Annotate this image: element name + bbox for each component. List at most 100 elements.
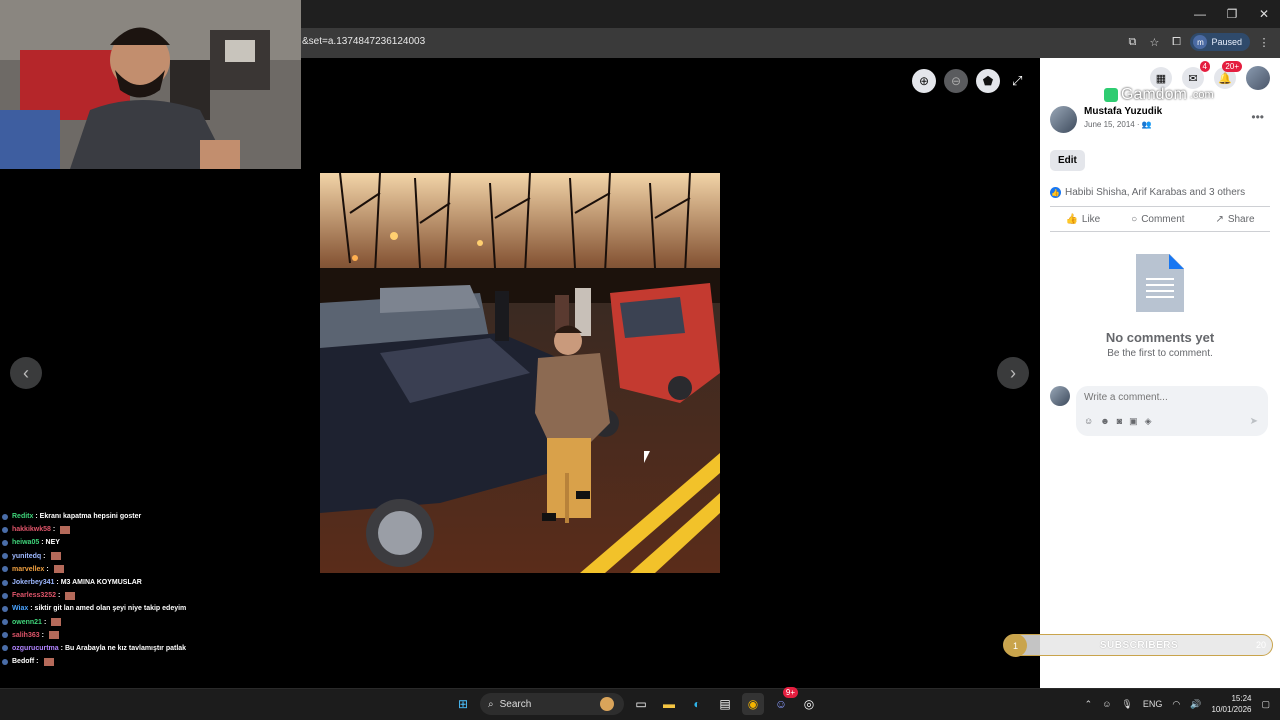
comment-label: Comment — [1141, 213, 1185, 225]
browser-menu-icon[interactable]: ⋮ — [1256, 34, 1272, 50]
system-tray: ⌃ ☺ 🎙 ENG ◠ 🔊 15:24 10/01/2026 ▢ — [1085, 693, 1270, 715]
chat-text: : — [52, 526, 56, 534]
chat-emote-icon — [43, 657, 54, 666]
streamer-webcam — [0, 0, 301, 169]
chrome-icon[interactable]: ◉ — [742, 693, 764, 715]
like-button[interactable]: 👍 Like — [1065, 214, 1100, 225]
search-highlight-icon — [600, 697, 614, 711]
wifi-icon[interactable]: ◠ — [1172, 699, 1180, 710]
restore-button[interactable]: ❐ — [1216, 0, 1248, 28]
store-icon[interactable]: ▤ — [714, 693, 736, 715]
emoji-icon[interactable]: ☻ — [1100, 416, 1109, 427]
chat-badge-icon — [2, 566, 8, 573]
avatar-sticker-icon[interactable]: ☺ — [1084, 416, 1093, 427]
chat-emote-icon — [50, 552, 61, 561]
chat-badge-icon — [2, 553, 8, 560]
install-app-icon[interactable]: ⧉ — [1124, 34, 1140, 50]
photo-image — [320, 173, 720, 573]
gamdom-overlay-logo: Gamdom .com — [1104, 86, 1214, 104]
chat-emote-icon — [51, 618, 62, 627]
reactions-summary[interactable]: 👍 Habibi Shisha, Arif Karabas and 3 othe… — [1050, 187, 1245, 198]
language-indicator[interactable]: ENG — [1143, 699, 1163, 709]
commenter-avatar[interactable] — [1050, 386, 1070, 406]
search-icon: ⌕ — [488, 698, 494, 710]
edit-button[interactable]: Edit — [1050, 150, 1085, 171]
sticker-icon[interactable]: ◈ — [1145, 416, 1152, 427]
microphone-icon[interactable]: 🎙 — [1121, 699, 1132, 710]
close-button[interactable]: ✕ — [1248, 0, 1280, 28]
tray-chevron-icon[interactable]: ⌃ — [1085, 699, 1093, 710]
reactions-text: Habibi Shisha, Arif Karabas and 3 others — [1065, 187, 1246, 198]
post-header: Mustafa Yuzudik June 15, 2014 · 👥 — [1050, 106, 1162, 133]
comment-box[interactable]: ☺ ☻ ◙ ▣ ◈ ➤ — [1076, 386, 1268, 436]
task-view-icon[interactable]: ▭ — [630, 693, 652, 715]
url-field[interactable]: &set=a.1374847236124003 — [302, 36, 425, 47]
share-button[interactable]: ↗ Share — [1215, 214, 1254, 225]
post-date[interactable]: June 15, 2014 · 👥 — [1084, 120, 1162, 129]
discord-icon[interactable]: ☺ 9+ — [770, 687, 798, 715]
chat-text: : — [43, 618, 47, 626]
chat-username: Fearless3252 — [12, 592, 56, 600]
author-avatar[interactable] — [1050, 106, 1077, 133]
zoom-out-icon[interactable]: ⊖ — [944, 69, 968, 93]
minimize-button[interactable]: — — [1184, 0, 1216, 28]
volume-icon[interactable]: 🔊 — [1190, 699, 1201, 710]
profile-paused-button[interactable]: m Paused — [1190, 33, 1250, 51]
edge-icon[interactable]: ◐ — [686, 693, 708, 715]
tag-icon[interactable]: ⬟ — [976, 69, 1000, 93]
tray-discord-icon[interactable]: ☺ — [1102, 699, 1111, 709]
search-label: Search — [499, 698, 532, 710]
like-reaction-icon: 👍 — [1050, 187, 1061, 198]
author-name[interactable]: Mustafa Yuzudik — [1084, 106, 1162, 117]
chat-badge-icon — [2, 526, 8, 533]
chat-message: Jokerbey341: M3 AMINA KOYMUSLAR — [2, 576, 300, 589]
mouse-cursor-icon — [644, 451, 650, 463]
chat-username: Wiax — [12, 605, 29, 613]
clock-time: 15:24 — [1231, 694, 1252, 703]
bookmark-star-icon[interactable]: ☆ — [1146, 34, 1162, 50]
obs-icon[interactable]: ◎ — [798, 693, 820, 715]
window-controls: — ❐ ✕ — [1184, 0, 1280, 28]
extensions-icon[interactable]: ⧠ — [1168, 34, 1184, 50]
notifications-bell-icon[interactable]: 🔔 20+ — [1214, 61, 1242, 89]
fullscreen-icon[interactable]: ⤢ — [1012, 73, 1022, 89]
send-icon[interactable]: ➤ — [1250, 416, 1258, 427]
next-photo-button[interactable]: › — [997, 357, 1029, 389]
gamdom-logo-icon — [1104, 88, 1118, 102]
previous-photo-button[interactable]: ‹ — [10, 357, 42, 389]
chat-badge-icon — [2, 619, 8, 626]
taskbar-search[interactable]: ⌕ Search — [480, 693, 624, 715]
post-photo[interactable] — [320, 173, 720, 573]
gamdom-text: Gamdom — [1121, 86, 1187, 103]
clock[interactable]: 15:24 10/01/2026 — [1211, 693, 1251, 715]
windows-taskbar: ⊞ ⌕ Search ▭ ▬ ◐ ▤ ◉ ☺ 9+ ◎ ⌃ ☺ 🎙 ENG ◠ 🔊… — [0, 687, 1280, 720]
more-options-icon[interactable]: ••• — [1251, 110, 1264, 124]
comment-button[interactable]: ○ Comment — [1131, 214, 1184, 225]
camera-icon[interactable]: ◙ — [1117, 416, 1122, 427]
gif-icon[interactable]: ▣ — [1129, 416, 1138, 427]
notifications-center-icon[interactable]: ▢ — [1261, 699, 1270, 710]
chat-message: ozgurucurtma: Bu Arabayla ne kız tavlamı… — [2, 642, 300, 655]
share-arrow-icon: ↗ — [1215, 213, 1224, 225]
account-avatar[interactable] — [1246, 66, 1270, 90]
chat-text: : siktir git lan amed olan şeyi niye tak… — [30, 605, 187, 613]
comment-tools: ☺ ☻ ◙ ▣ ◈ — [1084, 416, 1152, 427]
no-comments-state: No comments yet Be the first to comment. — [1040, 254, 1280, 359]
chat-badge-icon — [2, 592, 8, 599]
chat-username: heiwa05 — [12, 539, 40, 547]
webcam-image — [0, 0, 301, 169]
comment-input[interactable] — [1084, 392, 1254, 403]
chat-message: Reditx: Ekranı kapatma hepsini goster — [2, 510, 300, 523]
zoom-in-icon[interactable]: ⊕ — [912, 69, 936, 93]
post-date-text: June 15, 2014 · — [1084, 120, 1142, 129]
chat-username: yunitedq — [12, 552, 42, 560]
like-label: Like — [1081, 213, 1101, 225]
subscribers-goal-bar: 1 SUBSCRIBERS 20 — [1003, 634, 1273, 657]
file-explorer-icon[interactable]: ▬ — [658, 693, 680, 715]
chat-username: salih363 — [12, 631, 40, 639]
paused-label: Paused — [1211, 37, 1242, 47]
chat-message: Bedoff : — [2, 655, 300, 668]
chat-message: salih363 : — [2, 629, 300, 642]
windows-start-icon[interactable]: ⊞ — [452, 693, 474, 715]
chat-badge-icon — [2, 645, 8, 652]
